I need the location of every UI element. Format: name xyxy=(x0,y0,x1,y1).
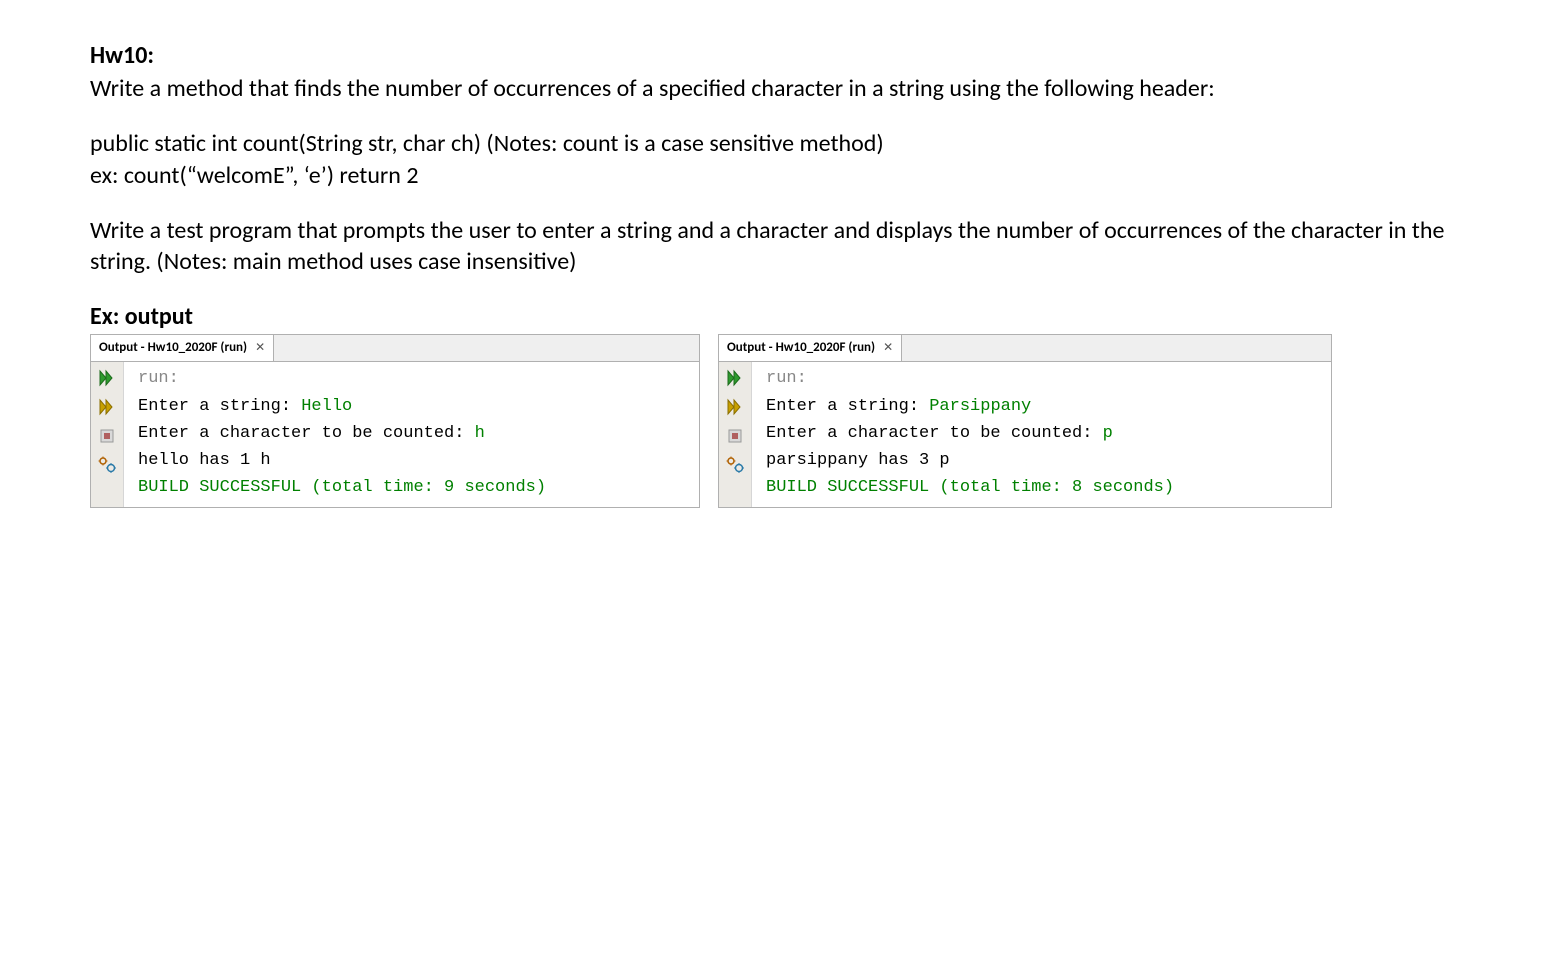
rerun-icon[interactable] xyxy=(722,394,748,420)
tab-bar: Output - Hw10_2020F (run) ✕ xyxy=(91,335,699,362)
input-string: Parsippany xyxy=(929,397,1031,416)
build-status: BUILD SUCCESSFUL (total time: 8 seconds) xyxy=(766,478,1174,497)
result-line: hello has 1 h xyxy=(138,451,271,470)
run-label: run: xyxy=(766,369,807,388)
run-icon[interactable] xyxy=(94,365,120,391)
console-output: run: Enter a string: Hello Enter a chara… xyxy=(124,362,554,507)
input-char: p xyxy=(1103,424,1113,443)
example-output-label: Ex: output xyxy=(90,301,1472,332)
stop-icon[interactable] xyxy=(94,423,120,449)
run-label: run: xyxy=(138,369,179,388)
example-call: ex: count(“welcomE”, ‘e’) return 2 xyxy=(90,161,419,190)
prompt-char: Enter a character to be counted: xyxy=(138,424,475,443)
prompt-string: Enter a string: xyxy=(766,397,929,416)
output-panels: Output - Hw10_2020F (run) ✕ xyxy=(90,334,1472,508)
intro-paragraph: Write a method that finds the number of … xyxy=(90,73,1472,104)
close-icon[interactable]: ✕ xyxy=(255,341,265,357)
output-tab[interactable]: Output - Hw10_2020F (run) ✕ xyxy=(91,335,274,361)
input-char: h xyxy=(475,424,485,443)
tab-label: Output - Hw10_2020F (run) xyxy=(99,340,247,357)
tab-label: Output - Hw10_2020F (run) xyxy=(727,340,875,357)
close-icon[interactable]: ✕ xyxy=(883,341,893,357)
settings-icon[interactable] xyxy=(94,452,120,478)
build-status: BUILD SUCCESSFUL (total time: 9 seconds) xyxy=(138,478,546,497)
settings-icon[interactable] xyxy=(722,452,748,478)
instructions-paragraph: Write a test program that prompts the us… xyxy=(90,215,1472,277)
assignment-title: Hw10: xyxy=(90,40,1472,71)
input-string: Hello xyxy=(301,397,352,416)
console-toolbar xyxy=(719,362,752,507)
output-panel-1: Output - Hw10_2020F (run) ✕ xyxy=(90,334,700,508)
prompt-char: Enter a character to be counted: xyxy=(766,424,1103,443)
output-panel-2: Output - Hw10_2020F (run) ✕ xyxy=(718,334,1332,508)
tab-bar: Output - Hw10_2020F (run) ✕ xyxy=(719,335,1331,362)
run-icon[interactable] xyxy=(722,365,748,391)
prompt-string: Enter a string: xyxy=(138,397,301,416)
result-line: parsippany has 3 p xyxy=(766,451,950,470)
signature-block: public static int count(String str, char… xyxy=(90,128,1472,190)
method-signature: public static int count(String str, char… xyxy=(90,129,884,158)
console-toolbar xyxy=(91,362,124,507)
output-tab[interactable]: Output - Hw10_2020F (run) ✕ xyxy=(719,335,902,361)
stop-icon[interactable] xyxy=(722,423,748,449)
rerun-icon[interactable] xyxy=(94,394,120,420)
console-output: run: Enter a string: Parsippany Enter a … xyxy=(752,362,1182,507)
